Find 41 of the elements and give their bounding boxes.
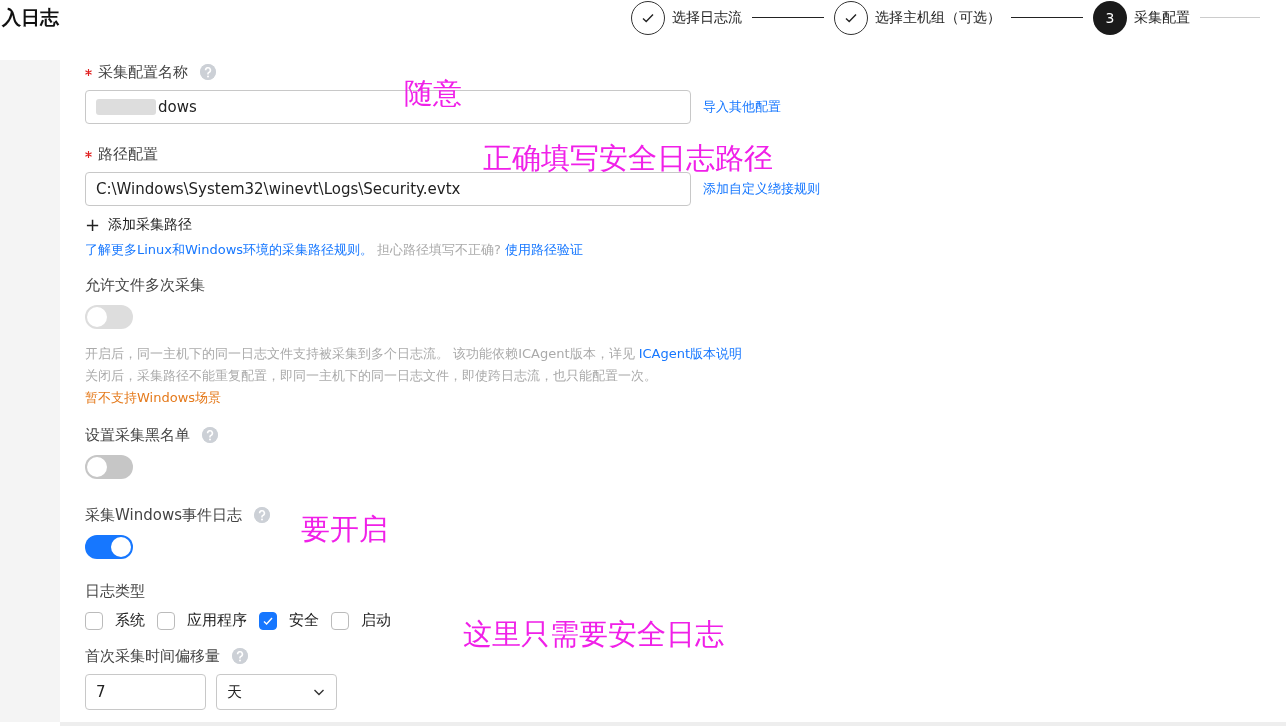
- checkbox[interactable]: [85, 611, 103, 630]
- help-icon: [232, 648, 248, 664]
- help-icon: [202, 427, 218, 443]
- checkbox-label: 启动: [361, 611, 391, 630]
- field-label: 允许文件多次采集: [85, 275, 205, 295]
- field-label: 采集Windows事件日志: [85, 505, 242, 525]
- unit-dropdown[interactable]: 天: [216, 674, 337, 710]
- checkbox-label: 系统: [115, 611, 145, 630]
- checkbox[interactable]: [259, 611, 277, 630]
- checkbox[interactable]: [331, 611, 349, 630]
- field-label: 日志类型: [85, 581, 145, 601]
- field-label: 设置采集黑名单: [85, 425, 190, 445]
- step-label: 选择主机组（可选）: [875, 8, 1001, 27]
- toggle-switch[interactable]: [85, 305, 133, 329]
- page-title: 入日志: [2, 5, 60, 30]
- toggle-switch[interactable]: [85, 455, 133, 479]
- checkbox-label: 安全: [289, 611, 319, 630]
- field-label: 首次采集时间偏移量: [85, 646, 220, 666]
- step-label: 选择日志流: [672, 8, 742, 27]
- blurred-text: [96, 99, 156, 115]
- help-icon: [253, 507, 270, 523]
- checkbox[interactable]: [157, 611, 175, 630]
- path-rules-link[interactable]: 了解更多Linux和Windows环境的采集路径规则。: [85, 241, 374, 259]
- warning-text: 暂不支持Windows场景: [85, 389, 223, 407]
- field-label: 采集配置名称: [98, 62, 188, 82]
- verify-link[interactable]: 使用路径验证: [504, 241, 583, 259]
- annotation-text: 这里只需要安全日志: [463, 616, 724, 653]
- add-path-button[interactable]: + 添加采集路径: [85, 214, 193, 235]
- version-link[interactable]: ICAgent版本说明: [638, 346, 743, 361]
- help-icon: [200, 64, 216, 80]
- toggle-switch[interactable]: [85, 535, 133, 559]
- field-label: 路径配置: [98, 144, 158, 164]
- import-link[interactable]: 导入其他配置: [703, 98, 781, 116]
- annotation-text: 要开启: [301, 511, 388, 548]
- custom-rule-link[interactable]: 添加自定义绕接规则: [703, 180, 820, 198]
- hint-text: 担心路径填写不正确?: [377, 241, 501, 259]
- offset-input[interactable]: 7: [85, 674, 206, 710]
- path-input[interactable]: C:\Windows\System32\winevt\Logs\Security.evtx: [85, 172, 691, 206]
- checkbox-label: 应用程序: [187, 611, 247, 630]
- step-number: 3: [1093, 0, 1127, 35]
- step-label: 采集配置: [1134, 8, 1190, 27]
